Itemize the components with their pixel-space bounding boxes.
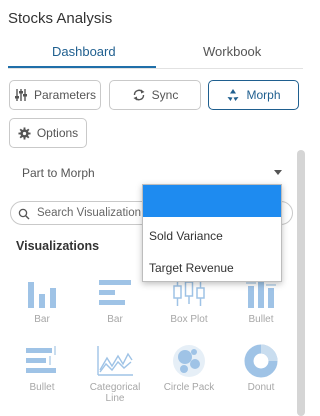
tab-divider xyxy=(8,68,303,69)
recycle-icon xyxy=(226,88,240,102)
sync-label: Sync xyxy=(151,88,179,102)
chevron-down-icon xyxy=(274,170,282,175)
app-title: Stocks Analysis xyxy=(8,10,113,27)
viz-tile-circle-pack[interactable]: Circle Pack xyxy=(159,344,219,393)
sync-icon xyxy=(132,88,146,102)
circle-pack-icon xyxy=(159,344,219,378)
parameters-label: Parameters xyxy=(33,88,97,102)
viz-label: Bar xyxy=(34,314,50,325)
search-icon xyxy=(18,207,30,225)
sliders-icon xyxy=(14,88,28,102)
viz-label: Box Plot xyxy=(170,314,208,325)
tab-dashboard[interactable]: Dashboard xyxy=(52,44,116,59)
visualizations-heading: Visualizations xyxy=(16,239,100,253)
active-tab-indicator xyxy=(8,66,156,68)
bar-chart-icon xyxy=(12,276,72,310)
morph-label: Morph xyxy=(246,88,281,102)
viz-label: Bar xyxy=(107,314,123,325)
dropdown-item-empty[interactable] xyxy=(143,185,281,217)
horizontal-bullet-icon xyxy=(12,344,72,378)
options-button[interactable]: Options xyxy=(9,118,87,148)
part-to-morph-value: Part to Morph xyxy=(22,166,95,180)
viz-tile-horizontal-bullet[interactable]: Bullet xyxy=(12,344,72,393)
morph-button[interactable]: Morph xyxy=(208,80,299,110)
options-label: Options xyxy=(36,126,79,140)
horizontal-bar-icon xyxy=(85,276,145,310)
viz-label: Donut xyxy=(247,382,275,393)
viz-tile-horizontal-bar[interactable]: Bar xyxy=(85,276,145,325)
sync-button[interactable]: Sync xyxy=(109,80,201,110)
parameters-button[interactable]: Parameters xyxy=(9,80,101,110)
scrollbar[interactable] xyxy=(297,150,305,416)
viz-label: Bullet xyxy=(29,382,55,393)
dropdown-item-target-revenue[interactable]: Target Revenue xyxy=(143,252,281,284)
tab-workbook[interactable]: Workbook xyxy=(203,44,261,59)
viz-tile-donut[interactable]: Donut xyxy=(231,344,291,393)
part-to-morph-dropdown: Sold Variance Target Revenue xyxy=(142,184,282,282)
search-placeholder: Search Visualization xyxy=(37,207,141,219)
viz-label: Bullet xyxy=(248,314,274,325)
viz-label: Categorical Line xyxy=(89,382,141,404)
viz-tile-categorical-line[interactable]: Categorical Line xyxy=(85,344,145,404)
dropdown-item-sold-variance[interactable]: Sold Variance xyxy=(143,220,281,252)
donut-icon xyxy=(231,344,291,378)
viz-tile-bar[interactable]: Bar xyxy=(12,276,72,325)
viz-label: Circle Pack xyxy=(163,382,215,393)
part-to-morph-select[interactable]: Part to Morph xyxy=(8,160,288,186)
categorical-line-icon xyxy=(85,344,145,378)
gear-icon xyxy=(18,126,31,140)
